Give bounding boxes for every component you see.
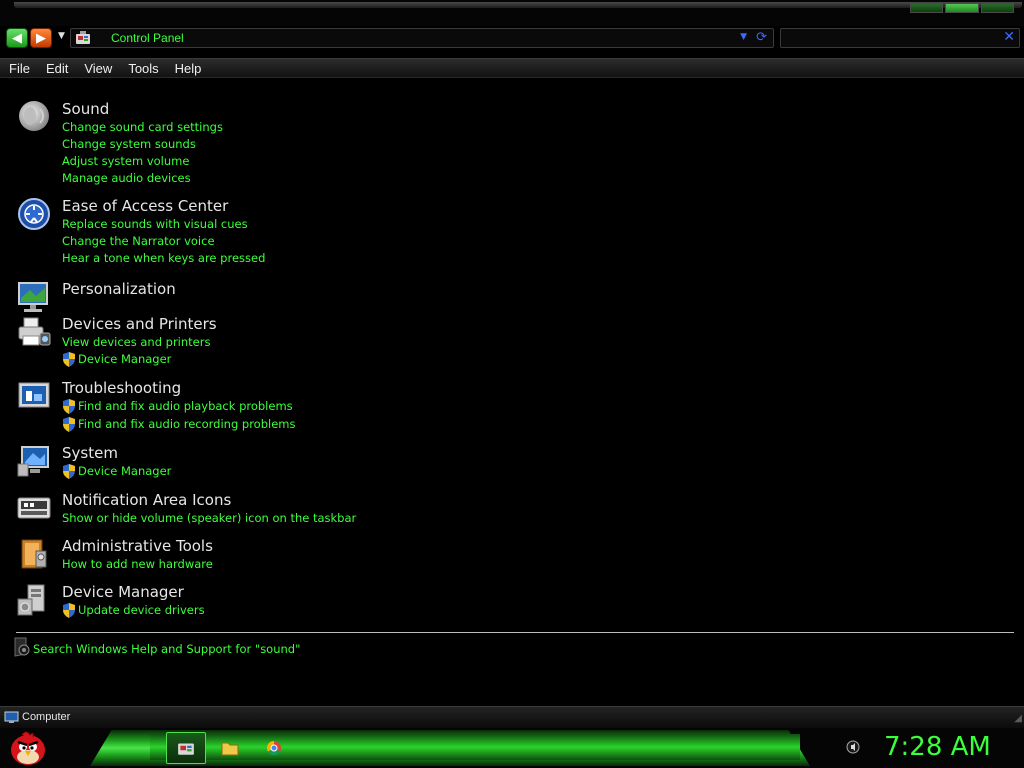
link-fix-audio-recording[interactable]: Find and fix audio recording problems bbox=[62, 417, 296, 432]
system-icon bbox=[17, 446, 49, 477]
ease-of-access-icon bbox=[18, 198, 50, 230]
link-device-manager[interactable]: Device Manager bbox=[62, 464, 172, 479]
link-how-to-add-new-hardware[interactable]: How to add new hardware bbox=[62, 557, 213, 571]
group-title[interactable]: System bbox=[62, 444, 118, 462]
refresh-icon[interactable]: ⟳ bbox=[756, 30, 767, 45]
administrative-tools-icon bbox=[21, 539, 47, 569]
forward-button[interactable]: ▶ bbox=[30, 28, 52, 48]
group-title[interactable]: Device Manager bbox=[62, 583, 184, 601]
uac-shield-icon bbox=[63, 603, 75, 618]
group-title[interactable]: Administrative Tools bbox=[62, 537, 213, 555]
link-fix-audio-playback[interactable]: Find and fix audio playback problems bbox=[62, 399, 293, 414]
group-title[interactable]: Devices and Printers bbox=[62, 315, 217, 333]
results-separator bbox=[16, 632, 1014, 633]
menu-edit[interactable]: Edit bbox=[37, 59, 75, 78]
resize-grip-icon[interactable]: ◢ bbox=[1014, 713, 1022, 724]
recent-pages-dropdown[interactable]: ▼ bbox=[58, 31, 65, 41]
taskbar: 7:28 AM bbox=[0, 728, 1024, 768]
close-button[interactable] bbox=[980, 3, 1014, 13]
folder-icon bbox=[221, 742, 239, 756]
personalization-icon bbox=[18, 282, 48, 312]
taskbar-clock[interactable]: 7:28 AM bbox=[884, 732, 991, 762]
back-button[interactable]: ◀ bbox=[6, 28, 28, 48]
menu-help[interactable]: Help bbox=[166, 59, 209, 78]
link-device-manager[interactable]: Device Manager bbox=[62, 352, 172, 367]
uac-shield-icon bbox=[63, 464, 75, 479]
speaker-icon bbox=[19, 101, 49, 131]
device-manager-icon bbox=[17, 584, 45, 616]
navigation-bar: ◀ ▶ ▼ Control Panel ▼ ⟳ ✕ bbox=[0, 26, 1024, 52]
link-text: Find and fix audio recording problems bbox=[78, 417, 296, 431]
uac-shield-icon bbox=[63, 417, 75, 432]
menu-file[interactable]: File bbox=[0, 59, 37, 78]
help-support-icon bbox=[14, 637, 30, 657]
taskbar-control-panel-button[interactable] bbox=[166, 732, 206, 764]
control-panel-icon bbox=[178, 743, 194, 755]
window-controls bbox=[910, 3, 1014, 15]
menu-bar: File Edit View Tools Help bbox=[0, 58, 1024, 78]
devices-printers-icon bbox=[18, 317, 51, 346]
link-hear-tone-keys[interactable]: Hear a tone when keys are pressed bbox=[62, 251, 265, 265]
link-view-devices-printers[interactable]: View devices and printers bbox=[62, 335, 210, 349]
link-show-hide-volume-icon[interactable]: Show or hide volume (speaker) icon on th… bbox=[62, 511, 356, 525]
address-path: Control Panel bbox=[111, 31, 184, 45]
control-panel-icon bbox=[76, 31, 90, 44]
group-title[interactable]: Notification Area Icons bbox=[62, 491, 231, 509]
status-text: Computer bbox=[22, 711, 71, 723]
menu-tools[interactable]: Tools bbox=[119, 59, 165, 78]
group-title[interactable]: Personalization bbox=[62, 280, 176, 298]
minimize-button[interactable] bbox=[910, 3, 944, 13]
group-title[interactable]: Sound bbox=[62, 100, 109, 118]
link-adjust-system-volume[interactable]: Adjust system volume bbox=[62, 154, 189, 168]
link-change-narrator-voice[interactable]: Change the Narrator voice bbox=[62, 234, 215, 248]
search-input[interactable]: ✕ bbox=[780, 28, 1020, 48]
clear-search-icon[interactable]: ✕ bbox=[1003, 29, 1015, 45]
computer-icon bbox=[4, 711, 19, 723]
troubleshooting-icon bbox=[18, 382, 50, 408]
window-title-bar bbox=[0, 0, 1024, 26]
uac-shield-icon bbox=[63, 352, 75, 367]
arrow-left-icon: ◀ bbox=[12, 30, 22, 46]
status-bar: Computer ◢ bbox=[0, 706, 1024, 728]
taskbar-chrome-button[interactable] bbox=[254, 732, 294, 764]
chrome-icon bbox=[266, 740, 281, 756]
link-change-sound-card-settings[interactable]: Change sound card settings bbox=[62, 120, 223, 134]
start-button-angry-bird-icon[interactable] bbox=[8, 729, 48, 767]
link-change-system-sounds[interactable]: Change system sounds bbox=[62, 137, 196, 151]
notification-area-icon bbox=[17, 497, 51, 519]
group-title[interactable]: Troubleshooting bbox=[62, 379, 181, 397]
taskbar-explorer-button[interactable] bbox=[210, 732, 250, 764]
search-results: Sound Change sound card settings Change … bbox=[0, 80, 1024, 704]
link-update-device-drivers[interactable]: Update device drivers bbox=[62, 603, 205, 618]
search-help-support-link[interactable]: Search Windows Help and Support for "sou… bbox=[33, 642, 300, 656]
title-bar-frame bbox=[14, 2, 1022, 8]
volume-tray-icon[interactable] bbox=[846, 740, 860, 754]
link-text: Device Manager bbox=[78, 464, 172, 478]
link-text: Find and fix audio playback problems bbox=[78, 399, 293, 413]
link-text: Update device drivers bbox=[78, 603, 205, 617]
address-bar[interactable]: Control Panel ▼ ⟳ bbox=[70, 28, 774, 48]
link-replace-sounds-with-visual-cues[interactable]: Replace sounds with visual cues bbox=[62, 217, 248, 231]
link-manage-audio-devices[interactable]: Manage audio devices bbox=[62, 171, 191, 185]
arrow-right-icon: ▶ bbox=[36, 30, 46, 46]
uac-shield-icon bbox=[63, 399, 75, 414]
menu-view[interactable]: View bbox=[75, 59, 119, 78]
address-dropdown-icon[interactable]: ▼ bbox=[740, 32, 747, 42]
link-text: Device Manager bbox=[78, 352, 172, 366]
maximize-button[interactable] bbox=[945, 3, 979, 13]
group-title[interactable]: Ease of Access Center bbox=[62, 197, 228, 215]
